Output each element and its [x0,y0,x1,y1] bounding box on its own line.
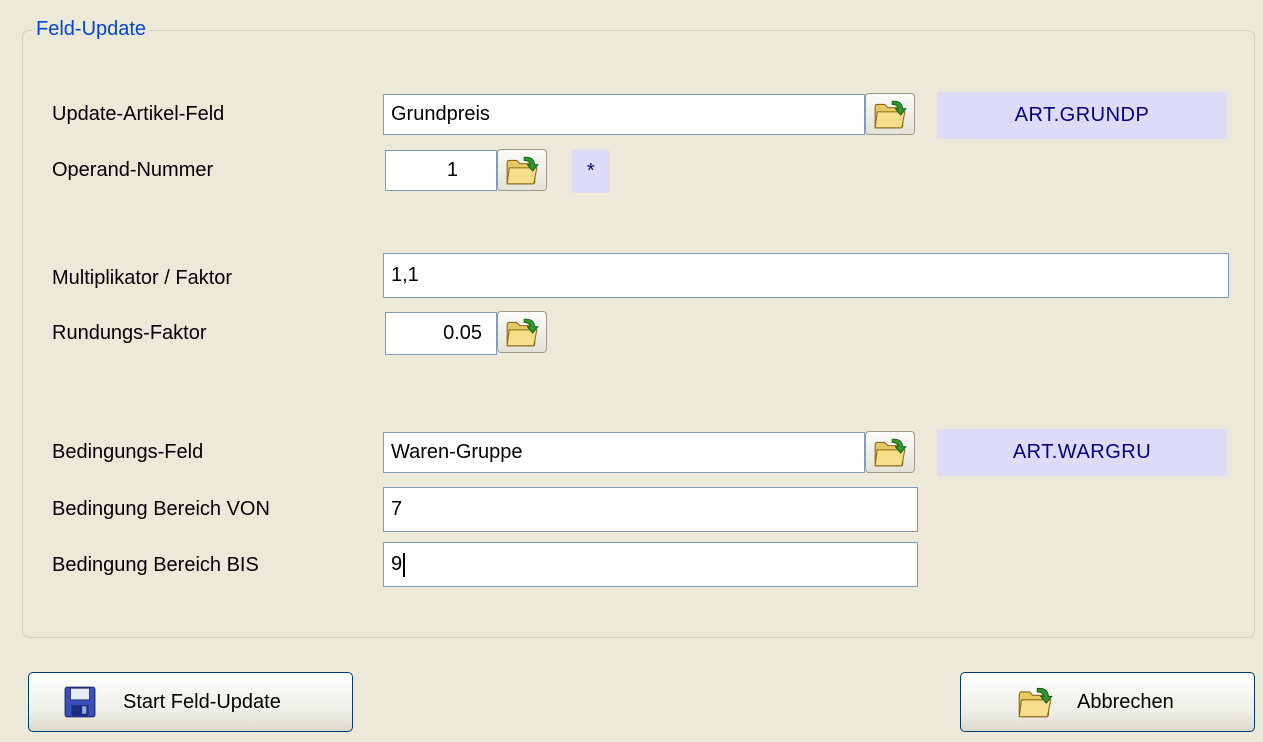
update-field-label: Update-Artikel-Feld [52,103,225,125]
folder-arrow-icon [873,437,907,467]
range-to-label: Bedingung Bereich BIS [52,554,259,576]
folder-arrow-icon [873,99,907,129]
start-update-button[interactable]: Start Feld-Update [28,672,353,732]
multiplier-label: Multiplikator / Faktor [52,267,233,289]
cancel-label: Abbrechen [1077,690,1174,713]
operand-input[interactable]: 1 [385,150,497,191]
text-caret [403,552,406,577]
group-legend: Feld-Update [32,18,151,41]
condition-field-input[interactable]: Waren-Gruppe [383,432,865,473]
start-update-label: Start Feld-Update [123,690,281,713]
folder-arrow-icon [1017,686,1053,718]
rounding-picker-button[interactable] [497,311,547,353]
range-to-input[interactable]: 9 [383,542,918,587]
rounding-input[interactable]: 0.05 [385,312,497,355]
folder-arrow-icon [505,155,539,185]
operand-picker-button[interactable] [497,149,547,191]
folder-arrow-icon [505,317,539,347]
rounding-label: Rundungs-Faktor [52,322,207,344]
floppy-disk-icon [64,686,96,718]
condition-field-label: Bedingungs-Feld [52,441,204,463]
operand-label: Operand-Nummer [52,159,214,181]
range-from-label: Bedingung Bereich VON [52,498,270,520]
update-field-picker-button[interactable] [865,93,915,135]
operator-badge: * [572,150,610,193]
range-to-value: 9 [391,553,403,575]
condition-field-code-badge: ART.WARGRU [937,429,1227,476]
range-from-input[interactable]: 7 [383,487,918,532]
update-field-input[interactable]: Grundpreis [383,94,865,135]
condition-field-picker-button[interactable] [865,431,915,473]
multiplier-input[interactable]: 1,1 [383,253,1229,298]
cancel-button[interactable]: Abbrechen [960,672,1255,732]
update-field-code-badge: ART.GRUNDP [937,92,1227,139]
